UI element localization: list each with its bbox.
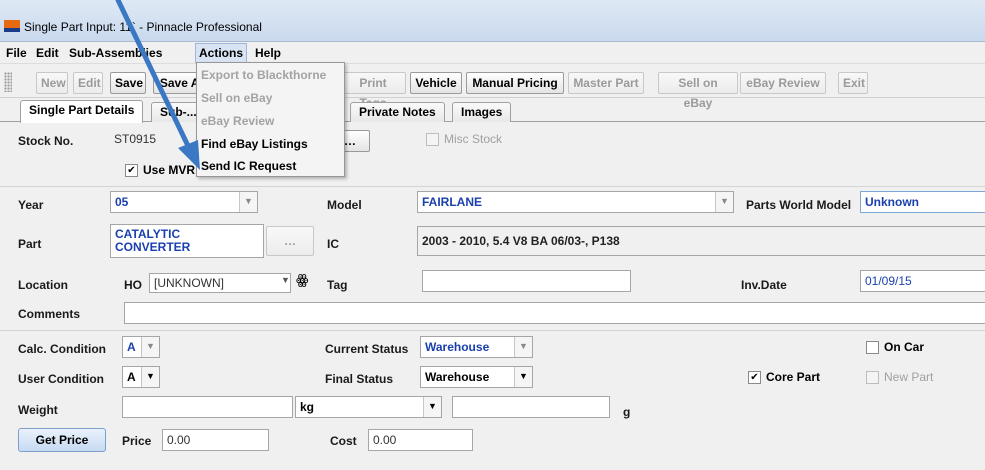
annotation-arrow-icon <box>115 0 200 170</box>
